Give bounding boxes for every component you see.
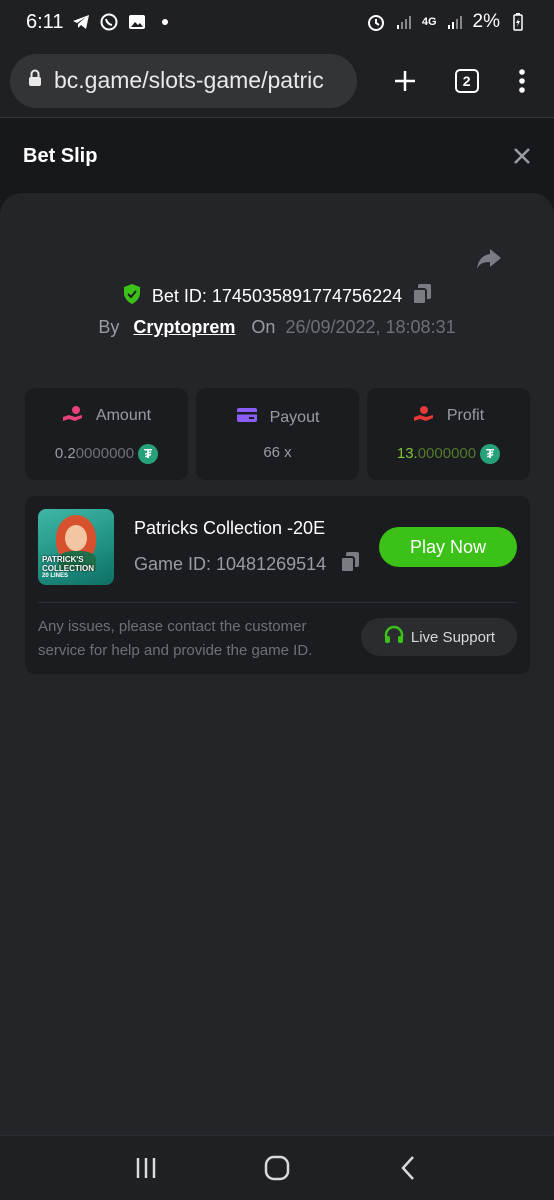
- bet-meta-row: By Cryptoprem On 26/09/2022, 18:08:31: [0, 317, 554, 338]
- status-bar: 6:11 4G 2%: [0, 0, 554, 44]
- network-type: 4G: [421, 16, 437, 28]
- game-thumbnail[interactable]: PATRICK'S COLLECTION 20 LINES: [38, 509, 114, 585]
- copy-game-id-button[interactable]: [340, 551, 360, 578]
- battery-charging-icon: [508, 12, 528, 32]
- game-card: PATRICK'S COLLECTION 20 LINES Patricks Co…: [25, 496, 530, 674]
- back-icon: [401, 1156, 415, 1180]
- thumb-subtitle: 20 LINES: [42, 573, 69, 579]
- by-label: By: [98, 317, 120, 337]
- stat-profit: Profit 13.0000000 ₮: [367, 388, 530, 480]
- notification-dot-icon: [155, 12, 175, 32]
- close-icon: [514, 148, 530, 164]
- support-note: Any issues, please contact the customer …: [38, 618, 313, 659]
- stat-value-dim: 0000000: [417, 445, 477, 462]
- share-icon: [477, 249, 501, 269]
- home-button[interactable]: [257, 1148, 297, 1188]
- live-support-label: Live Support: [410, 628, 496, 646]
- signal-2-icon: [445, 12, 465, 32]
- user-link[interactable]: Cryptoprem: [133, 317, 235, 338]
- on-label: On: [251, 317, 276, 337]
- tab-switcher-button[interactable]: 2: [445, 59, 489, 103]
- page-title: Bet Slip: [23, 144, 98, 167]
- status-time: 6:11: [26, 10, 64, 33]
- whatsapp-icon: [99, 12, 119, 32]
- shield-check-icon: [122, 283, 142, 310]
- stat-label: Amount: [95, 407, 152, 424]
- address-bar[interactable]: bc.game/slots-game/patric: [10, 53, 358, 108]
- bet-id: Bet ID: 1745035891774756224: [151, 286, 403, 306]
- system-nav-bar: [0, 1135, 554, 1200]
- share-button[interactable]: [474, 243, 506, 275]
- game-title: Patricks Collection -20E: [134, 518, 326, 538]
- bet-slip-header: Bet Slip: [0, 119, 554, 193]
- copy-icon: [340, 552, 360, 573]
- stat-value-dim: 0000000: [75, 445, 135, 462]
- amount-icon: [62, 405, 84, 428]
- tether-icon: ₮: [480, 443, 501, 464]
- tab-count: 2: [454, 68, 479, 93]
- profit-icon: [413, 405, 435, 428]
- gallery-icon: [127, 12, 147, 32]
- home-icon: [264, 1155, 290, 1181]
- tether-icon: ₮: [138, 443, 159, 464]
- game-id: Game ID: 10481269514: [134, 554, 327, 574]
- back-button[interactable]: [388, 1148, 428, 1188]
- new-tab-button[interactable]: [383, 59, 427, 103]
- telegram-icon: [71, 12, 91, 32]
- headset-icon: [383, 624, 405, 650]
- stat-value: 0.2: [54, 445, 76, 462]
- stat-value: 66 x: [263, 444, 292, 461]
- lock-icon: [28, 69, 42, 92]
- bet-stats: Amount 0.20000000 ₮ Payout 66 x Profit 1…: [25, 388, 530, 480]
- signal-icon: [394, 12, 414, 32]
- card-icon: [236, 407, 258, 428]
- stat-label: Payout: [269, 408, 320, 426]
- game-id-row: Game ID: 10481269514: [134, 551, 360, 578]
- url-text: bc.game/slots-game/patric: [54, 67, 324, 93]
- stat-amount: Amount 0.20000000 ₮: [25, 388, 188, 480]
- alarm-icon: [366, 12, 386, 32]
- stat-payout: Payout 66 x: [196, 388, 359, 480]
- thumb-title-1: PATRICK'S: [42, 555, 84, 564]
- copy-icon: [412, 284, 432, 305]
- stat-label: Profit: [446, 407, 485, 424]
- battery-percent: 2%: [472, 11, 500, 32]
- bet-date: 26/09/2022, 18:08:31: [285, 317, 456, 337]
- browser-menu-button[interactable]: [500, 59, 544, 103]
- bet-id-row: Bet ID: 1745035891774756224: [0, 283, 554, 310]
- stat-value: 13.: [396, 445, 418, 462]
- recent-apps-button[interactable]: [126, 1148, 166, 1188]
- thumb-title-2: COLLECTION: [42, 564, 94, 573]
- browser-toolbar: bc.game/slots-game/patric 2: [0, 44, 554, 118]
- close-button[interactable]: [507, 141, 537, 171]
- copy-bet-id-button[interactable]: [412, 283, 432, 310]
- live-support-button[interactable]: Live Support: [361, 618, 517, 656]
- play-now-button[interactable]: Play Now: [379, 527, 517, 567]
- bet-slip-panel: Bet ID: 1745035891774756224 By Cryptopre…: [0, 193, 554, 1135]
- recent-apps-icon: [136, 1158, 155, 1178]
- divider: [38, 602, 517, 603]
